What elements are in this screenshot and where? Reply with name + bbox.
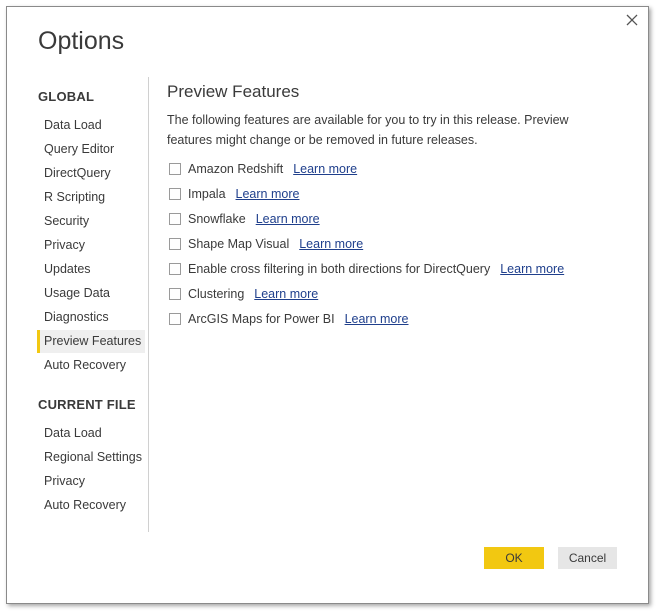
sidebar-item-preview-features[interactable]: Preview Features <box>37 330 146 353</box>
feature-row-amazon-redshift: Amazon Redshift Learn more <box>169 160 357 178</box>
learn-more-link[interactable]: Learn more <box>236 187 300 201</box>
sidebar-item-r-scripting[interactable]: R Scripting <box>37 186 109 209</box>
learn-more-link[interactable]: Learn more <box>256 212 320 226</box>
feature-row-cross-filtering: Enable cross filtering in both direction… <box>169 260 564 278</box>
feature-row-clustering: Clustering Learn more <box>169 285 318 303</box>
current-file-section-header: CURRENT FILE <box>38 397 136 412</box>
ok-button[interactable]: OK <box>484 547 544 569</box>
preview-description: The following features are available for… <box>167 113 569 147</box>
learn-more-link[interactable]: Learn more <box>293 162 357 176</box>
feature-label: Shape Map Visual <box>188 237 290 251</box>
feature-checkbox-clustering[interactable] <box>169 288 181 300</box>
feature-label: Amazon Redshift <box>188 162 284 176</box>
options-dialog: Options GLOBAL Data Load Query Editor Di… <box>6 6 649 604</box>
page-title: Preview Features <box>167 82 300 101</box>
feature-checkbox-amazon-redshift[interactable] <box>169 163 181 175</box>
dialog-title: Options <box>38 27 125 55</box>
sidebar-item-regional-settings[interactable]: Regional Settings <box>37 446 146 469</box>
close-icon <box>626 14 638 26</box>
feature-label: Impala <box>188 187 226 201</box>
sidebar-item-auto-recovery[interactable]: Auto Recovery <box>37 354 130 377</box>
learn-more-link[interactable]: Learn more <box>345 312 409 326</box>
feature-row-impala: Impala Learn more <box>169 185 299 203</box>
sidebar-item-file-privacy[interactable]: Privacy <box>37 470 89 493</box>
feature-label: Enable cross filtering in both direction… <box>188 262 491 276</box>
feature-label: Clustering <box>188 287 245 301</box>
global-section-header: GLOBAL <box>38 89 95 104</box>
feature-checkbox-cross-filtering[interactable] <box>169 263 181 275</box>
feature-label: Snowflake <box>188 212 246 226</box>
feature-checkbox-snowflake[interactable] <box>169 213 181 225</box>
close-button[interactable] <box>622 10 642 30</box>
learn-more-link[interactable]: Learn more <box>299 237 363 251</box>
sidebar-item-data-load[interactable]: Data Load <box>37 114 106 137</box>
sidebar-item-diagnostics[interactable]: Diagnostics <box>37 306 113 329</box>
feature-label: ArcGIS Maps for Power BI <box>188 312 335 326</box>
sidebar-item-security[interactable]: Security <box>37 210 93 233</box>
feature-checkbox-shape-map-visual[interactable] <box>169 238 181 250</box>
sidebar-item-directquery[interactable]: DirectQuery <box>37 162 115 185</box>
feature-row-arcgis-maps: ArcGIS Maps for Power BI Learn more <box>169 310 409 328</box>
feature-row-shape-map-visual: Shape Map Visual Learn more <box>169 235 363 253</box>
sidebar-item-privacy[interactable]: Privacy <box>37 234 89 257</box>
sidebar-item-usage-data[interactable]: Usage Data <box>37 282 114 305</box>
feature-row-snowflake: Snowflake Learn more <box>169 210 320 228</box>
feature-checkbox-arcgis-maps[interactable] <box>169 313 181 325</box>
sidebar-item-updates[interactable]: Updates <box>37 258 95 281</box>
cancel-button[interactable]: Cancel <box>558 547 617 569</box>
learn-more-link[interactable]: Learn more <box>254 287 318 301</box>
sidebar-item-file-data-load[interactable]: Data Load <box>37 422 106 445</box>
sidebar-item-file-auto-recovery[interactable]: Auto Recovery <box>37 494 130 517</box>
sidebar-item-query-editor[interactable]: Query Editor <box>37 138 118 161</box>
learn-more-link[interactable]: Learn more <box>500 262 564 276</box>
options-sidebar: GLOBAL Data Load Query Editor DirectQuer… <box>7 77 149 532</box>
feature-checkbox-impala[interactable] <box>169 188 181 200</box>
